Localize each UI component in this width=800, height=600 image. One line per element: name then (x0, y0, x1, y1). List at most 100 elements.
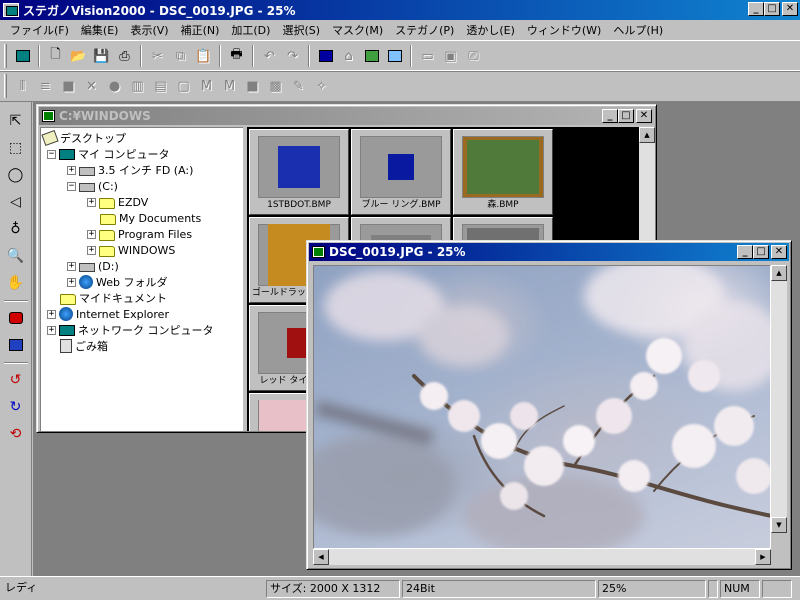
app-icon[interactable] (3, 3, 19, 17)
explorer-title-bar[interactable]: C:¥WINDOWS _ □ ✕ (39, 107, 654, 125)
paste-icon[interactable]: 📋 (192, 45, 215, 67)
mosaic-icon[interactable]: ▩ (264, 75, 287, 97)
photo-canvas[interactable] (313, 265, 771, 549)
menu-view[interactable]: 表示(V) (124, 21, 174, 39)
print-icon[interactable]: 🖶 (225, 45, 248, 67)
tree-item-my-docs-jp[interactable]: マイドキュメント (60, 290, 167, 306)
thumbnail-item[interactable]: 森.BMP (453, 129, 553, 215)
toolbar-grip[interactable] (4, 44, 7, 68)
barcode-icon[interactable]: ▥ (126, 75, 149, 97)
resize-grip[interactable] (771, 549, 787, 565)
tree-item-floppy[interactable]: + 3.5 インチ FD (A:) (67, 162, 193, 178)
tree-item-recycle[interactable]: ごみ箱 (60, 338, 108, 354)
scroll-track[interactable] (329, 549, 755, 565)
minimize-button[interactable]: _ (748, 2, 764, 16)
image-minimize-button[interactable]: _ (737, 245, 753, 259)
image-close-button[interactable]: ✕ (771, 245, 787, 259)
menu-stegano[interactable]: ステガノ(P) (389, 21, 460, 39)
image-window[interactable]: DSC_0019.JPG - 25% _ □ ✕ ▲ ▼ ◀ ▶ (306, 240, 792, 570)
scroll-right-button[interactable]: ▶ (755, 549, 771, 565)
close-button[interactable]: ✕ (782, 2, 798, 16)
zoom-icon[interactable]: 🔍 (3, 243, 29, 269)
expand-icon[interactable]: + (67, 261, 76, 271)
expand-icon[interactable]: + (67, 165, 76, 175)
tree-item-d-drive[interactable]: + (D:) (67, 258, 119, 274)
collapse-icon[interactable]: − (67, 181, 76, 191)
browser-icon[interactable] (11, 45, 34, 67)
menu-mask[interactable]: マスク(M) (326, 21, 389, 39)
cut-icon[interactable]: ✂ (146, 45, 169, 67)
sparkle-icon[interactable]: ✧ (310, 75, 333, 97)
mt-plus-icon[interactable]: M (195, 75, 218, 97)
new-file-icon[interactable]: 🗋 (44, 45, 67, 67)
help-tool-icon[interactable] (3, 332, 29, 358)
redo-icon[interactable]: ↷ (281, 45, 304, 67)
tree-item-web-folder[interactable]: + Web フォルダ (67, 274, 167, 290)
frame-icon[interactable]: ▤ (149, 75, 172, 97)
scroll-up-button[interactable]: ▲ (639, 127, 655, 143)
tree-item-program-files[interactable]: + Program Files (87, 226, 192, 242)
collapse-icon[interactable]: − (47, 149, 56, 159)
tree-item-c-drive[interactable]: − (C:) (67, 178, 118, 194)
tree-item-my-computer[interactable]: − マイ コンピュータ (47, 146, 170, 162)
save-icon[interactable]: 💾 (90, 45, 113, 67)
expand-icon[interactable]: + (87, 245, 96, 255)
menu-process[interactable]: 加工(D) (225, 21, 276, 39)
tree-item-desktop[interactable]: デスクトップ (41, 129, 126, 147)
scroll-up-button[interactable]: ▲ (771, 265, 787, 281)
expand-icon[interactable]: + (47, 309, 56, 319)
image-horizontal-scrollbar[interactable]: ◀ ▶ (313, 549, 771, 565)
color-picker-icon[interactable] (3, 305, 29, 331)
hand-icon[interactable]: ✋ (3, 270, 29, 296)
menu-window[interactable]: ウィンドウ(W) (521, 21, 607, 39)
vertical-lines-icon[interactable]: ⦀ (11, 75, 34, 97)
image-window-title-bar[interactable]: DSC_0019.JPG - 25% _ □ ✕ (309, 243, 789, 261)
ellipse-select-icon[interactable]: ◯ (3, 162, 29, 188)
expand-icon[interactable]: + (87, 197, 96, 207)
embed-icon[interactable] (314, 45, 337, 67)
border-icon[interactable]: ▢ (172, 75, 195, 97)
rotate-right-icon[interactable]: ↻ (3, 394, 29, 420)
move-tool-icon[interactable]: ⇱ (3, 108, 29, 134)
tree-item-my-documents[interactable]: My Documents (100, 210, 201, 226)
tree-item-ie[interactable]: + Internet Explorer (47, 306, 169, 322)
lasso-icon[interactable]: ♁ (3, 216, 29, 242)
polygon-select-icon[interactable]: ◁ (3, 189, 29, 215)
detect-icon[interactable] (383, 45, 406, 67)
tree-item-ezdv[interactable]: + EZDV (87, 194, 148, 210)
toolbar-grip[interactable] (4, 74, 7, 98)
camera-icon[interactable]: ⎚ (462, 45, 485, 67)
menu-adjust[interactable]: 補正(N) (175, 21, 226, 39)
menu-help[interactable]: ヘルプ(H) (607, 21, 669, 39)
thumbnail-item[interactable]: 1STBDOT.BMP (249, 129, 349, 215)
tree-item-network[interactable]: + ネットワーク コンピュータ (47, 322, 214, 338)
thumbnail-item[interactable]: ブルー リング.BMP (351, 129, 451, 215)
draw-icon[interactable]: ✎ (287, 75, 310, 97)
cross-icon[interactable]: ✕ (80, 75, 103, 97)
horizontal-lines-icon[interactable]: ≡ (34, 75, 57, 97)
copy-icon[interactable]: ⧉ (169, 45, 192, 67)
expand-icon[interactable]: + (67, 277, 76, 287)
expand-icon[interactable]: + (87, 229, 96, 239)
image-vertical-scrollbar[interactable]: ▲ ▼ (771, 265, 787, 533)
rotate-left-icon[interactable]: ↺ (3, 367, 29, 393)
explorer-maximize-button[interactable]: □ (618, 109, 634, 123)
expand-icon[interactable]: + (47, 325, 56, 335)
monitor-icon[interactable]: ▭ (416, 45, 439, 67)
extract-icon[interactable]: ⌂ (337, 45, 360, 67)
square-icon[interactable]: ■ (241, 75, 264, 97)
watermark-icon[interactable] (360, 45, 383, 67)
menu-watermark[interactable]: 透かし(E) (460, 21, 521, 39)
tree-item-windows[interactable]: + WINDOWS (87, 242, 175, 258)
scroll-down-button[interactable]: ▼ (771, 517, 787, 533)
explorer-minimize-button[interactable]: _ (602, 109, 618, 123)
scroll-track[interactable] (771, 281, 787, 517)
maximize-button[interactable]: □ (764, 2, 780, 16)
explorer-close-button[interactable]: ✕ (636, 109, 652, 123)
circle-icon[interactable]: ● (103, 75, 126, 97)
image-maximize-button[interactable]: □ (753, 245, 769, 259)
menu-select[interactable]: 選択(S) (276, 21, 326, 39)
menu-edit[interactable]: 編集(E) (75, 21, 125, 39)
rect-select-icon[interactable]: ⬚ (3, 135, 29, 161)
mt-icon[interactable]: M (218, 75, 241, 97)
